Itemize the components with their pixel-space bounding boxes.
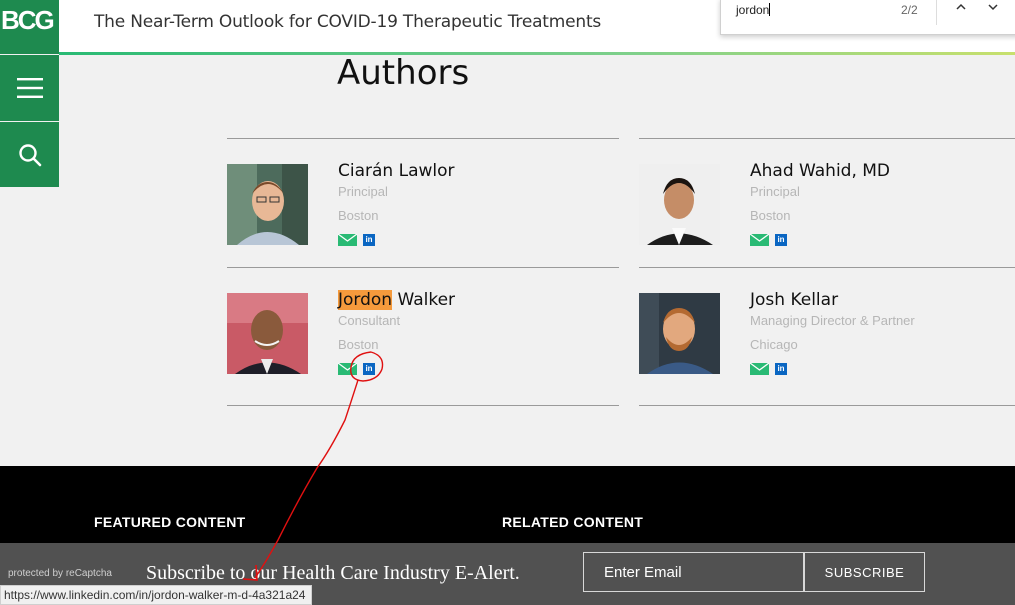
author-name[interactable]: Ahad Wahid, MD (750, 161, 890, 181)
divider (227, 267, 619, 268)
find-match-count: 2/2 (901, 3, 918, 17)
linkedin-icon[interactable]: in (363, 363, 375, 375)
author-name[interactable]: Jordon Walker (338, 290, 455, 310)
author-name[interactable]: Josh Kellar (750, 290, 838, 310)
featured-content-heading: FEATURED CONTENT (94, 514, 246, 530)
email-icon[interactable] (750, 363, 769, 375)
page-title: The Near-Term Outlook for COVID-19 Thera… (94, 12, 602, 32)
authors-heading: Authors (337, 53, 470, 93)
email-icon[interactable] (750, 234, 769, 246)
hamburger-menu-icon (16, 78, 43, 98)
email-icon[interactable] (338, 363, 357, 375)
subscribe-button[interactable]: SUBSCRIBE (804, 552, 925, 592)
author-role: Principal (750, 184, 800, 199)
find-input[interactable]: jordon (736, 3, 770, 17)
linkedin-icon[interactable]: in (775, 234, 787, 246)
subscribe-text: Subscribe to our Health Care Industry E-… (146, 562, 520, 584)
browser-find-bar: jordon 2/2 (720, 0, 1015, 35)
author-card: Josh Kellar Managing Director & Partner … (639, 290, 939, 383)
divider (639, 138, 1015, 139)
author-card: Jordon Walker Consultant Boston in (227, 290, 527, 383)
author-photo[interactable] (227, 164, 308, 245)
author-photo[interactable] (639, 293, 720, 374)
author-role: Principal (338, 184, 388, 199)
chevron-down-icon[interactable] (985, 1, 1001, 16)
find-highlight: Jordon (338, 290, 393, 310)
email-input[interactable] (583, 552, 804, 592)
author-photo[interactable] (639, 164, 720, 245)
divider (639, 405, 1015, 406)
header-accent-line (59, 52, 1015, 55)
recaptcha-notice: protected by reCaptcha (8, 568, 112, 579)
status-bar-url: https://www.linkedin.com/in/jordon-walke… (0, 585, 313, 605)
linkedin-icon[interactable]: in (775, 363, 787, 375)
search-button[interactable] (0, 122, 59, 187)
linkedin-icon[interactable]: in (363, 234, 375, 246)
author-photo[interactable] (227, 293, 308, 374)
email-icon[interactable] (338, 234, 357, 246)
find-divider (936, 0, 937, 25)
author-city: Chicago (750, 337, 798, 352)
author-city: Boston (338, 208, 379, 223)
author-role: Consultant (338, 313, 401, 328)
author-city: Boston (750, 208, 791, 223)
author-city: Boston (338, 337, 379, 352)
author-card: Ahad Wahid, MD Principal Boston in (639, 161, 939, 254)
related-content-heading: RELATED CONTENT (502, 514, 644, 530)
divider (227, 138, 619, 139)
bcg-logo[interactable]: BCG (0, 0, 59, 54)
divider (227, 405, 619, 406)
author-role: Managing Director & Partner (750, 313, 915, 328)
divider (639, 267, 1015, 268)
author-card: Ciarán Lawlor Principal Boston in (227, 161, 527, 254)
author-name[interactable]: Ciarán Lawlor (338, 161, 455, 181)
search-icon (18, 143, 41, 166)
menu-button[interactable] (0, 55, 59, 121)
chevron-up-icon[interactable] (953, 1, 969, 16)
